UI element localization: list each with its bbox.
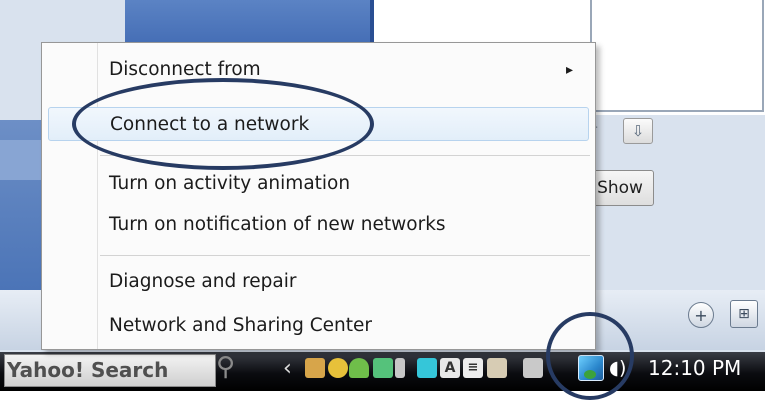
tray-usb-icon[interactable] xyxy=(395,358,405,378)
plus-icon: + xyxy=(694,305,708,325)
tray-messenger-icon[interactable] xyxy=(328,358,348,378)
search-input[interactable]: Yahoo! Search xyxy=(4,354,216,387)
add-button[interactable]: + xyxy=(688,302,714,328)
tray-check-icon[interactable] xyxy=(373,358,393,378)
menu-item-label: Diagnose and repair xyxy=(109,271,297,292)
menu-item-notification-new-networks[interactable]: Turn on notification of new networks xyxy=(42,208,595,242)
menu-item-label: Disconnect from xyxy=(109,59,261,80)
search-placeholder: Yahoo! Search xyxy=(7,358,169,382)
annotation-ellipse-tray xyxy=(546,312,634,400)
menu-item-label: Turn on notification of new networks xyxy=(109,214,446,235)
tray-app-icon[interactable] xyxy=(305,358,325,378)
down-arrow-icon: ⇩ xyxy=(631,122,645,140)
tray-list-icon[interactable]: ≡ xyxy=(463,358,483,378)
grid-button[interactable]: ⊞ xyxy=(730,300,758,328)
tray-doc-icon[interactable] xyxy=(487,358,507,378)
annotation-ellipse-menu xyxy=(72,78,374,170)
tray-misc-icon[interactable] xyxy=(523,358,543,378)
background-right-frame xyxy=(590,0,764,112)
search-icon[interactable]: ⚲ xyxy=(216,352,235,382)
tray-bars-icon[interactable] xyxy=(417,358,437,378)
clock[interactable]: 12:10 PM xyxy=(648,356,741,380)
tray-android-icon[interactable] xyxy=(349,358,369,378)
tray-expand-icon[interactable]: ‹ xyxy=(283,356,292,381)
menu-item-label: Network and Sharing Center xyxy=(109,315,372,336)
menu-item-label: Turn on activity animation xyxy=(109,173,351,194)
menu-item-network-sharing-center[interactable]: Network and Sharing Center xyxy=(42,309,595,343)
down-arrow-button[interactable]: ⇩ xyxy=(623,118,653,144)
grid-icon: ⊞ xyxy=(738,306,750,322)
menu-item-activity-animation[interactable]: Turn on activity animation xyxy=(42,167,595,201)
tray-a-icon[interactable]: A xyxy=(440,358,460,378)
menu-item-diagnose-repair[interactable]: Diagnose and repair xyxy=(42,265,595,299)
show-button[interactable]: Show xyxy=(586,170,654,206)
menu-separator xyxy=(100,255,590,256)
submenu-arrow-icon: ▸ xyxy=(565,62,573,78)
menu-item-disconnect-from[interactable]: Disconnect from ▸ xyxy=(42,53,595,87)
